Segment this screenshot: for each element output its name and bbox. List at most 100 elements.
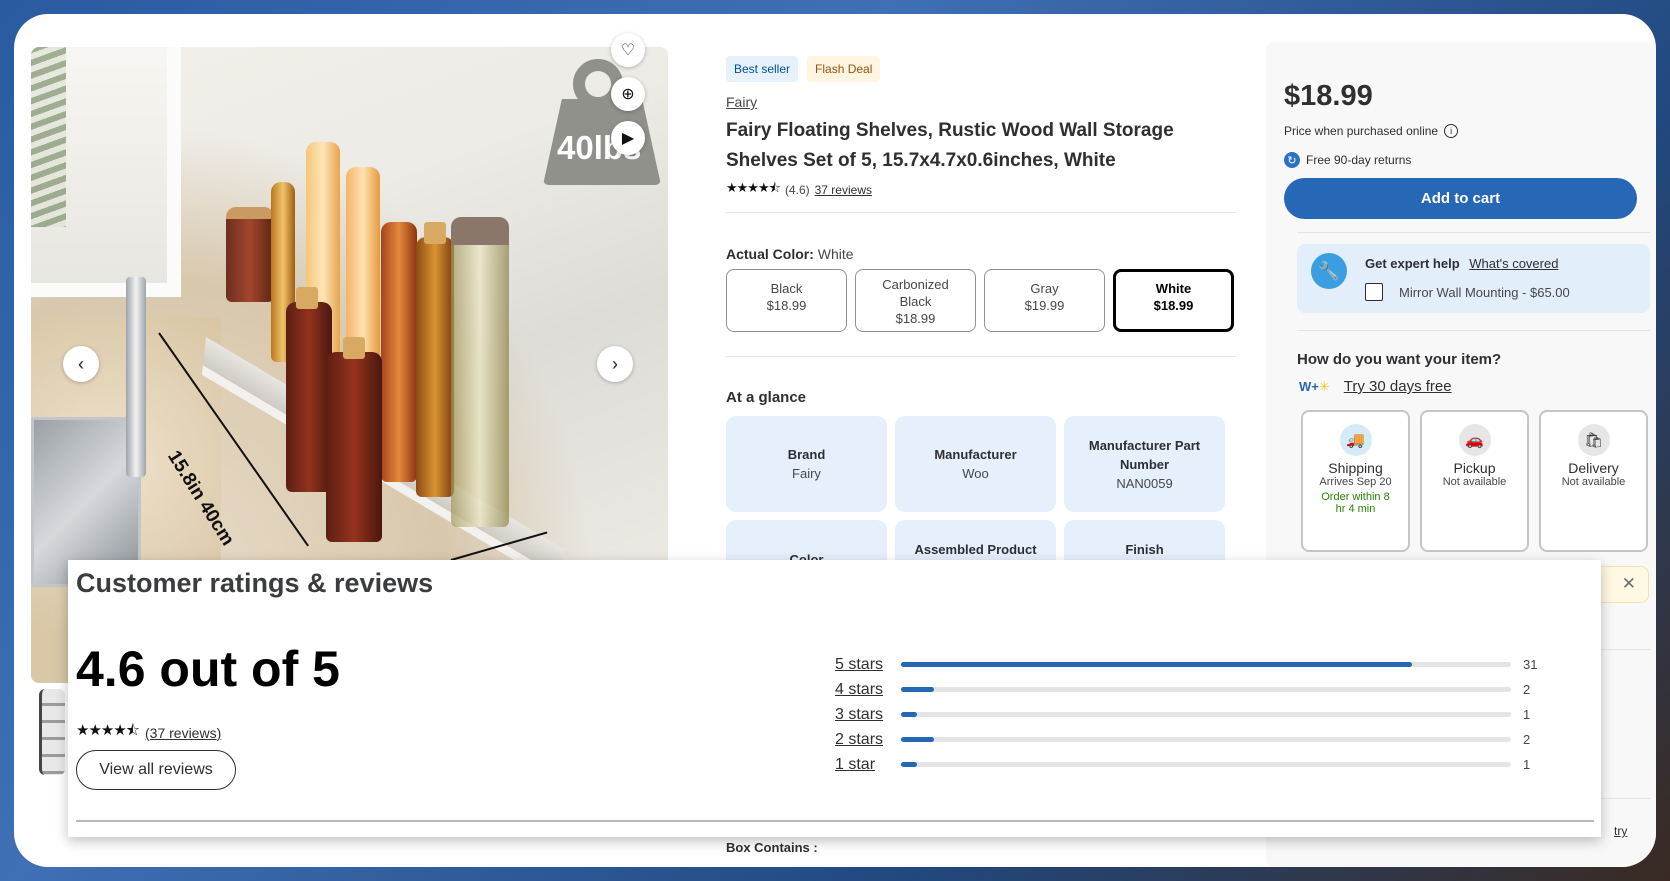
image-cork [343, 337, 365, 359]
add-to-cart-button[interactable]: Add to cart [1284, 178, 1637, 219]
brand-link[interactable]: Fairy [726, 94, 757, 110]
glance-card-part-number: Manufacturer Part Number NAN0059 [1064, 416, 1225, 512]
play-video-button[interactable]: ▶ [611, 121, 645, 155]
rating-filter-link[interactable]: 1 star [835, 756, 901, 774]
image-faucet [126, 277, 146, 477]
image-cork [296, 287, 318, 309]
rating-bar-fill [901, 762, 918, 767]
rating-filter-link[interactable]: 4 stars [835, 681, 901, 699]
chevron-left-icon: ‹ [78, 353, 84, 374]
returns-icon: ↻ [1284, 152, 1300, 168]
color-option-name: Gray [1030, 281, 1059, 296]
rating-row-3: 3 stars 1 [835, 702, 1555, 727]
glance-value: Fairy [792, 466, 821, 481]
mirror-mounting-checkbox[interactable] [1365, 283, 1383, 301]
color-option-name: White [1155, 281, 1192, 296]
rating-row-2: 2 stars 2 [835, 727, 1555, 752]
divider [1297, 330, 1650, 331]
glance-key: Brand [787, 447, 826, 462]
glance-value: NAN0059 [1116, 475, 1173, 491]
color-option-carbonized-black[interactable]: Carbonized Black $18.99 [855, 269, 976, 332]
rating-bar-fill [901, 662, 1413, 667]
try-free-link[interactable]: Try 30 days free [1344, 378, 1452, 395]
rating-count: 2 [1523, 682, 1531, 697]
fulfillment-title: How do you want your item? [1297, 351, 1502, 368]
fulfillment-pickup[interactable]: 🚗 Pickup Not available [1420, 410, 1529, 552]
reviews-count-link[interactable]: (37 reviews) [145, 725, 221, 741]
next-image-button[interactable]: › [597, 346, 633, 382]
rating-bar-fill [901, 712, 918, 717]
close-icon[interactable]: ✕ [1622, 574, 1636, 594]
bag-icon: 🛍 [1577, 424, 1610, 456]
image-bottle [326, 352, 382, 542]
fulfillment-name: Shipping [1328, 460, 1383, 476]
color-option-gray[interactable]: Gray $19.99 [984, 269, 1105, 332]
previous-image-button[interactable]: ‹ [63, 346, 99, 382]
expert-option: Mirror Wall Mounting - $65.00 [1365, 283, 1570, 301]
image-plant [31, 47, 66, 227]
fulfillment-status: Not available [1561, 476, 1626, 488]
rating-row-1: 1 star 1 [835, 752, 1555, 777]
color-label: Actual Color: White [726, 246, 854, 262]
image-bottle [451, 217, 509, 527]
rating-count: 1 [1523, 707, 1531, 722]
rating-filter-link[interactable]: 3 stars [835, 706, 901, 724]
chevron-right-icon: › [612, 353, 618, 374]
favorite-button[interactable]: ♡ [611, 33, 645, 67]
expert-help-panel: 🔧 Get expert help What's covered Mirror … [1297, 244, 1650, 313]
color-option-price: $18.99 [895, 311, 936, 326]
rating-bar-track [901, 737, 1511, 742]
color-option-name: Black [770, 281, 803, 296]
view-all-reviews-button[interactable]: View all reviews [76, 750, 236, 790]
image-jar [226, 207, 274, 302]
flash-deal-badge: Flash Deal [807, 56, 881, 82]
color-option-name: Carbonized Black [882, 277, 949, 309]
fulfillment-name: Delivery [1568, 460, 1619, 476]
walmart-plus-promo: W+✳ Try 30 days free [1299, 378, 1452, 395]
price-note: Price when purchased online i [1284, 124, 1459, 138]
divider [726, 356, 1236, 357]
reviews-score: 4.6 out of 5 [76, 641, 340, 697]
rating-filter-link[interactable]: 2 stars [835, 731, 901, 749]
price-note-text: Price when purchased online [1284, 124, 1439, 138]
rating-row-4: 4 stars 2 [835, 677, 1555, 702]
rating-filter-link[interactable]: 5 stars [835, 656, 901, 674]
rating-row-5: 5 stars 31 [835, 652, 1555, 677]
expert-option-label: Mirror Wall Mounting - $65.00 [1399, 284, 1570, 300]
returns-text: Free 90-day returns [1306, 153, 1412, 167]
fulfillment-name: Pickup [1453, 460, 1496, 476]
color-option-price: $19.99 [1024, 298, 1065, 313]
fulfillment-note: Order within 8 hr 4 min [1321, 491, 1390, 515]
walmart-plus-logo: W+✳ [1299, 378, 1330, 394]
reviews-star-summary: ★★★★⯪ (37 reviews) [76, 720, 221, 745]
fulfillment-status: Not available [1442, 476, 1507, 488]
star-rating-icon: ★★★★⯪ [726, 180, 781, 195]
play-icon: ▶ [621, 130, 635, 147]
color-option-white[interactable]: White $18.99 [1113, 269, 1234, 332]
rating-distribution: 5 stars 31 4 stars 2 3 stars 1 2 stars 2… [835, 652, 1555, 777]
rating-bar-track [901, 712, 1511, 717]
zoom-button[interactable]: ⊕ [611, 77, 645, 111]
best-seller-badge: Best seller [726, 56, 799, 82]
wrench-icon: 🔧 [1311, 253, 1347, 289]
image-cork [424, 222, 446, 244]
rating-bar-fill [901, 687, 934, 692]
fulfillment-delivery[interactable]: 🛍 Delivery Not available [1539, 410, 1648, 552]
rating-bar-fill [901, 737, 934, 742]
divider [76, 820, 1594, 822]
divider [726, 212, 1236, 213]
bottom-link[interactable]: try [1614, 824, 1627, 838]
color-label-value: White [817, 246, 854, 262]
reviews-link[interactable]: 37 reviews [815, 183, 872, 197]
info-icon[interactable]: i [1444, 124, 1459, 138]
glance-key: Finish [1125, 542, 1164, 557]
fulfillment-shipping[interactable]: 🚚 Shipping Arrives Sep 20 Order within 8… [1301, 410, 1410, 552]
badges: Best seller Flash Deal [726, 56, 881, 82]
whats-covered-link[interactable]: What's covered [1469, 256, 1558, 271]
box-contains-label: Box Contains : [726, 840, 818, 855]
rating-value: (4.6) [784, 183, 810, 197]
rating-bar-track [901, 762, 1511, 767]
rating-bar-track [901, 687, 1511, 692]
image-thumbnail[interactable] [39, 689, 65, 775]
color-option-black[interactable]: Black $18.99 [726, 269, 847, 332]
